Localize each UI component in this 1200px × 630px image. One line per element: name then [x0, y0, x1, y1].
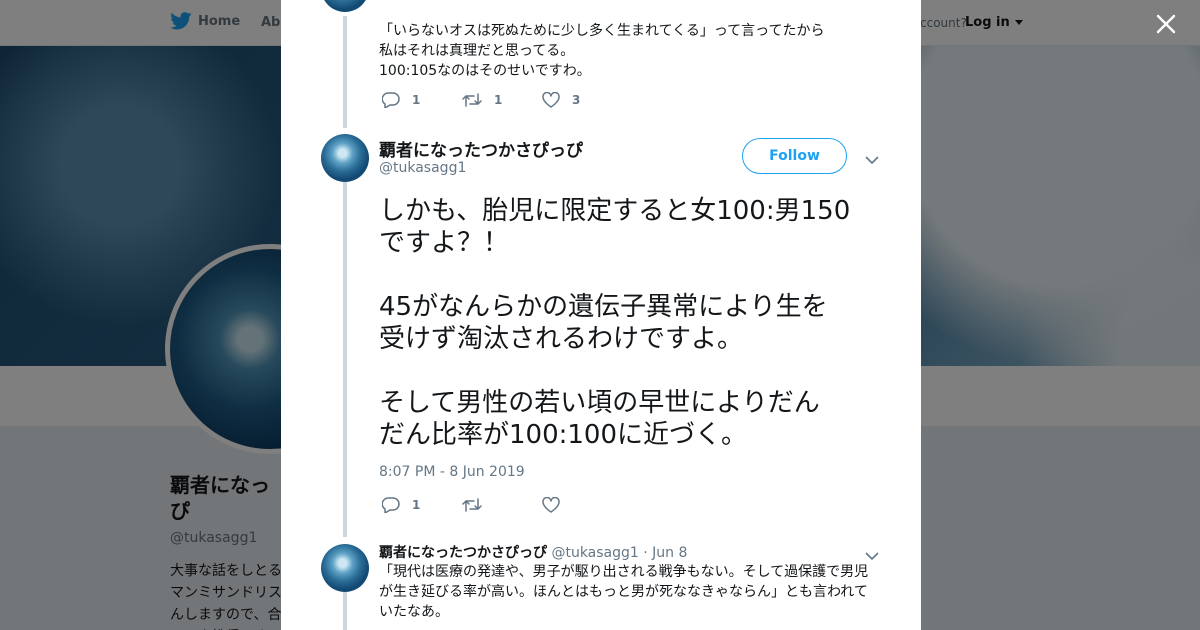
avatar[interactable] [321, 544, 369, 592]
reply-button[interactable]: 1 [382, 92, 462, 108]
retweet-button[interactable] [462, 497, 542, 513]
retweet-icon [462, 93, 482, 107]
retweet-count: 1 [494, 93, 503, 107]
tweet-actions: 1 [382, 497, 622, 513]
tweet-header: 覇者になったつかさぴっぴ @tukasagg1 · Jun 8 [379, 542, 687, 562]
like-button[interactable] [542, 497, 622, 513]
tweet-author-name[interactable]: 覇者になったつかさぴっぴ [379, 136, 583, 161]
tweet-actions: 1 1 3 [382, 92, 622, 108]
tweet-text: 「現代は医療の発達や、男子が駆り出される戦争もない。そして過保護で男児 が生き延… [379, 564, 869, 620]
thread-connector [343, 182, 347, 537]
like-icon [542, 92, 560, 108]
avatar[interactable] [321, 134, 369, 182]
reply-button[interactable]: 1 [382, 497, 462, 513]
close-button[interactable] [1150, 8, 1182, 40]
tweet-text: 「いらないオスは死ぬために少し多く生まれてくる」って言ってたから 私はそれは真理… [379, 23, 825, 79]
reply-count: 1 [412, 93, 421, 107]
like-count: 3 [572, 93, 581, 107]
like-button[interactable]: 3 [542, 92, 622, 108]
reply-icon [382, 497, 400, 513]
tweet-author-name[interactable]: 覇者になったつかさぴっぴ [379, 545, 547, 561]
avatar[interactable] [321, 0, 369, 12]
chevron-down-icon [865, 156, 879, 165]
tweet-menu-button[interactable] [865, 150, 879, 169]
tweet-author-handle[interactable]: @tukasagg1 [551, 545, 638, 561]
chevron-down-icon [865, 552, 879, 561]
follow-button[interactable]: Follow [742, 138, 847, 174]
tweet-author-handle[interactable]: @tukasagg1 [379, 160, 466, 176]
tweet-timestamp[interactable]: 8:07 PM - 8 Jun 2019 [379, 464, 525, 480]
thread-connector [343, 16, 347, 128]
reply-icon [382, 92, 400, 108]
tweet-permalink-modal: 「いらないオスは死ぬために少し多く生まれてくる」って言ってたから 私はそれは真理… [281, 0, 921, 630]
tweet-date[interactable]: Jun 8 [652, 545, 687, 561]
close-icon [1156, 14, 1176, 34]
tweet-text: しかも、胎児に限定すると女100:男150 ですよ？！ 45がなんらかの遺伝子異… [379, 196, 851, 450]
retweet-button[interactable]: 1 [462, 92, 542, 108]
reply-count: 1 [412, 498, 421, 512]
retweet-icon [462, 498, 482, 512]
thread-connector [343, 592, 347, 630]
header-separator: · [643, 545, 648, 561]
like-icon [542, 497, 560, 513]
